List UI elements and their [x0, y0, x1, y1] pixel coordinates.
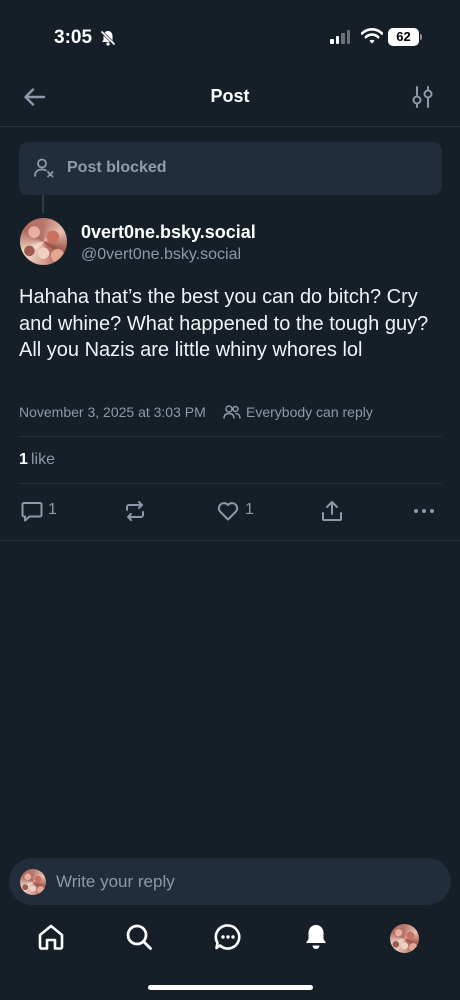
reply-count[interactable]: 1: [48, 501, 57, 519]
repost-icon[interactable]: [123, 499, 147, 523]
thread-line: [42, 195, 44, 213]
bell-off-icon: [100, 30, 116, 46]
people-icon: [223, 405, 241, 419]
user-avatar: [20, 869, 46, 895]
home-indicator: [148, 985, 313, 990]
heart-icon[interactable]: [216, 499, 240, 523]
profile-avatar[interactable]: [390, 924, 419, 953]
author-avatar[interactable]: [20, 218, 67, 265]
like-count[interactable]: 1: [19, 451, 28, 469]
battery-cap: [420, 34, 422, 40]
reply-setting[interactable]: Everybody can reply: [246, 404, 373, 420]
chat-icon[interactable]: [213, 922, 243, 952]
status-time: 3:05: [54, 27, 93, 48]
battery-indicator: 62: [388, 28, 419, 46]
more-icon[interactable]: [412, 499, 436, 523]
sliders-icon[interactable]: [411, 84, 435, 110]
person-x-icon: [34, 158, 54, 178]
divider: [19, 436, 442, 437]
bell-icon[interactable]: [301, 922, 331, 952]
signal-icon: [330, 30, 350, 44]
wifi-icon: [361, 28, 383, 44]
post-timestamp: November 3, 2025 at 3:03 PM: [19, 404, 206, 420]
share-icon[interactable]: [320, 499, 344, 523]
like-label[interactable]: like: [31, 451, 55, 469]
author-handle[interactable]: @0vert0ne.bsky.social: [81, 246, 241, 264]
page-title: Post: [210, 86, 250, 106]
author-display-name[interactable]: 0vert0ne.bsky.social: [81, 222, 256, 243]
divider: [0, 540, 460, 541]
reply-input-placeholder[interactable]: Write your reply: [56, 872, 175, 892]
reply-icon[interactable]: [20, 499, 44, 523]
like-action-count[interactable]: 1: [245, 501, 254, 519]
divider: [19, 483, 442, 484]
post-text: Hahaha that’s the best you can do bitch?…: [19, 286, 429, 361]
search-icon[interactable]: [124, 922, 154, 952]
header-divider: [0, 126, 460, 127]
blocked-label: Post blocked: [67, 159, 167, 176]
home-icon[interactable]: [36, 922, 66, 952]
